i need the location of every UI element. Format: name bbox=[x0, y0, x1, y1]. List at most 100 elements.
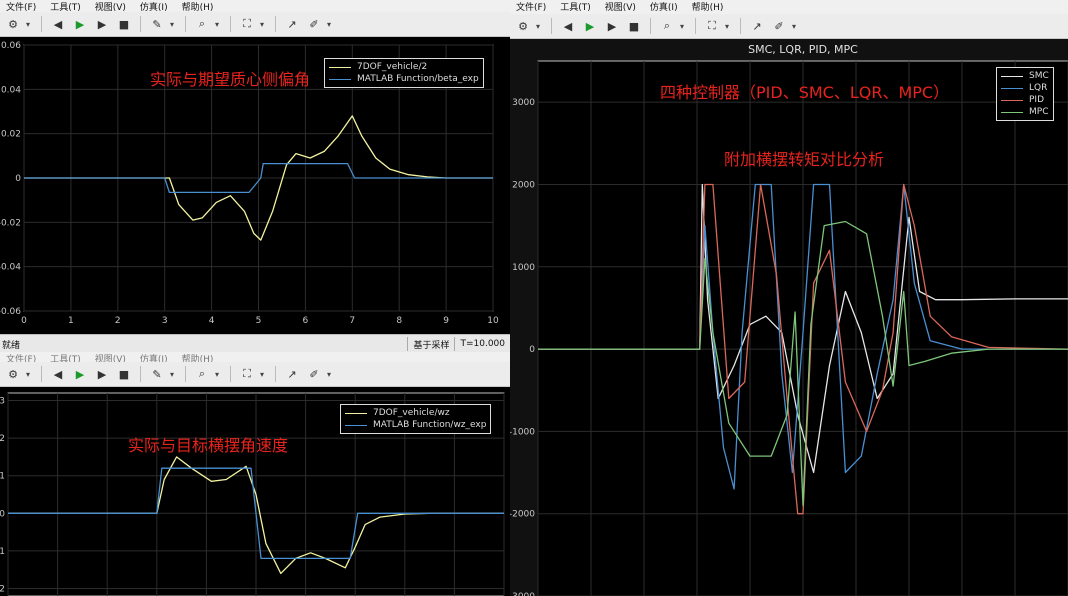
menu-help[interactable]: 帮助(H) bbox=[182, 0, 214, 13]
y-tick-label: 3000 bbox=[512, 98, 535, 108]
legend-swatch bbox=[329, 78, 351, 80]
chevron-down-icon[interactable]: ▾ bbox=[260, 370, 268, 379]
zoom-icon[interactable]: ⌕ bbox=[193, 365, 211, 383]
legend-label: MPC bbox=[1029, 107, 1049, 117]
legend-label: 7DOF_vehicle/wz bbox=[373, 408, 450, 418]
run-icon[interactable]: ▶ bbox=[71, 15, 89, 33]
menu-simulation[interactable]: 仿真(I) bbox=[650, 0, 678, 13]
menu-tools[interactable]: 工具(T) bbox=[50, 0, 81, 13]
x-tick-label: 3 bbox=[162, 316, 168, 326]
menu-bar: 文件(F) 工具(T) 视图(V) 仿真(I) 帮助(H) bbox=[510, 0, 1068, 13]
chevron-down-icon[interactable]: ▾ bbox=[215, 20, 223, 29]
y-tick-label: -1000 bbox=[510, 427, 535, 437]
separator bbox=[650, 18, 651, 34]
chevron-down-icon[interactable]: ▾ bbox=[170, 20, 178, 29]
toolbar: ⚙ ▾ ◀ ▶ ▶ ■ ✎ ▾ ⌕ ▾ ⛶ ▾ ↗ ✐ ▾ bbox=[0, 12, 510, 37]
step-back-icon[interactable]: ◀ bbox=[49, 365, 67, 383]
y-tick-label: 0.06 bbox=[1, 41, 21, 51]
step-forward-icon[interactable]: ▶ bbox=[93, 365, 111, 383]
annotation-controllers: 四种控制器（PID、SMC、LQR、MPC） bbox=[660, 83, 950, 102]
menu-help[interactable]: 帮助(H) bbox=[692, 0, 724, 13]
chevron-down-icon[interactable]: ▾ bbox=[327, 20, 335, 29]
legend-beta: 7DOF_vehicle/2 MATLAB Function/beta_exp bbox=[324, 58, 484, 88]
y-tick-label: -3000 bbox=[510, 592, 535, 596]
stop-icon[interactable]: ■ bbox=[115, 365, 133, 383]
chart-title: SMC, LQR, PID, MPC bbox=[748, 43, 858, 56]
chevron-down-icon[interactable]: ▾ bbox=[26, 370, 34, 379]
x-tick-label: 4 bbox=[209, 316, 215, 326]
edit-icon[interactable]: ✐ bbox=[305, 15, 323, 33]
cursor-icon[interactable]: ↗ bbox=[283, 365, 301, 383]
x-tick-label: 10 bbox=[487, 316, 499, 326]
chevron-down-icon[interactable]: ▾ bbox=[725, 22, 733, 31]
separator bbox=[185, 16, 186, 32]
x-tick-label: 5 bbox=[256, 316, 262, 326]
autoscale-icon[interactable]: ⛶ bbox=[703, 17, 721, 35]
legend-entry: 7DOF_vehicle/wz bbox=[345, 407, 486, 419]
run-icon[interactable]: ▶ bbox=[581, 17, 599, 35]
chevron-down-icon[interactable]: ▾ bbox=[26, 20, 34, 29]
cursor-icon[interactable]: ↗ bbox=[283, 15, 301, 33]
y-tick-label: 0 bbox=[529, 345, 535, 355]
chevron-down-icon[interactable]: ▾ bbox=[680, 22, 688, 31]
settings-icon[interactable]: ⚙ bbox=[4, 15, 22, 33]
settings-icon[interactable]: ⚙ bbox=[4, 365, 22, 383]
legend-label: PID bbox=[1029, 95, 1045, 105]
edit-icon[interactable]: ✐ bbox=[305, 365, 323, 383]
legend-swatch bbox=[1001, 75, 1023, 77]
menu-file[interactable]: 文件(F) bbox=[516, 0, 546, 13]
step-forward-icon[interactable]: ▶ bbox=[603, 17, 621, 35]
legend-label: SMC bbox=[1029, 71, 1049, 81]
highlight-icon[interactable]: ✎ bbox=[148, 15, 166, 33]
cursor-icon[interactable]: ↗ bbox=[748, 17, 766, 35]
autoscale-icon[interactable]: ⛶ bbox=[238, 15, 256, 33]
legend-label: LQR bbox=[1029, 83, 1048, 93]
x-tick-label: 7 bbox=[349, 316, 355, 326]
legend-entry: 7DOF_vehicle/2 bbox=[329, 61, 479, 73]
edit-icon[interactable]: ✐ bbox=[770, 17, 788, 35]
legend-entry: LQR bbox=[1001, 82, 1049, 94]
y-tick-label: 1 bbox=[0, 472, 5, 482]
legend-entry: MATLAB Function/wz_exp bbox=[345, 419, 486, 431]
legend-swatch bbox=[345, 424, 367, 426]
y-tick-label: 0 bbox=[0, 509, 5, 519]
chevron-down-icon[interactable]: ▾ bbox=[215, 370, 223, 379]
autoscale-icon[interactable]: ⛶ bbox=[238, 365, 256, 383]
chevron-down-icon[interactable]: ▾ bbox=[260, 20, 268, 29]
status-sample-mode: 基于采样 bbox=[407, 337, 454, 351]
zoom-icon[interactable]: ⌕ bbox=[193, 15, 211, 33]
y-tick-label: 2 bbox=[0, 434, 5, 444]
x-tick-label: 8 bbox=[396, 316, 402, 326]
legend-label: MATLAB Function/beta_exp bbox=[357, 74, 479, 84]
zoom-icon[interactable]: ⌕ bbox=[658, 17, 676, 35]
chevron-down-icon[interactable]: ▾ bbox=[792, 22, 800, 31]
separator bbox=[230, 366, 231, 382]
x-tick-label: 2 bbox=[115, 316, 121, 326]
run-icon[interactable]: ▶ bbox=[71, 365, 89, 383]
menu-simulation[interactable]: 仿真(I) bbox=[140, 0, 168, 13]
step-back-icon[interactable]: ◀ bbox=[49, 15, 67, 33]
legend-swatch bbox=[345, 412, 367, 414]
x-tick-label: 0 bbox=[21, 316, 27, 326]
menu-tools[interactable]: 工具(T) bbox=[560, 0, 591, 13]
y-tick-label: 0.02 bbox=[1, 130, 21, 140]
stop-icon[interactable]: ■ bbox=[115, 15, 133, 33]
step-forward-icon[interactable]: ▶ bbox=[93, 15, 111, 33]
menu-file[interactable]: 文件(F) bbox=[6, 0, 36, 13]
chevron-down-icon[interactable]: ▾ bbox=[536, 22, 544, 31]
menu-view[interactable]: 视图(V) bbox=[605, 0, 636, 13]
scope-window-beta: 文件(F) 工具(T) 视图(V) 仿真(I) 帮助(H) ⚙ ▾ ◀ ▶ ▶ ■… bbox=[0, 0, 510, 352]
step-back-icon[interactable]: ◀ bbox=[559, 17, 577, 35]
menu-view[interactable]: 视图(V) bbox=[95, 0, 126, 13]
settings-icon[interactable]: ⚙ bbox=[514, 17, 532, 35]
highlight-icon[interactable]: ✎ bbox=[148, 365, 166, 383]
y-tick-label: 2000 bbox=[512, 180, 535, 190]
legend-entry: PID bbox=[1001, 94, 1049, 106]
separator bbox=[140, 16, 141, 32]
chevron-down-icon[interactable]: ▾ bbox=[327, 370, 335, 379]
chevron-down-icon[interactable]: ▾ bbox=[170, 370, 178, 379]
stop-icon[interactable]: ■ bbox=[625, 17, 643, 35]
x-tick-label: 6 bbox=[303, 316, 309, 326]
separator bbox=[695, 18, 696, 34]
separator bbox=[230, 16, 231, 32]
